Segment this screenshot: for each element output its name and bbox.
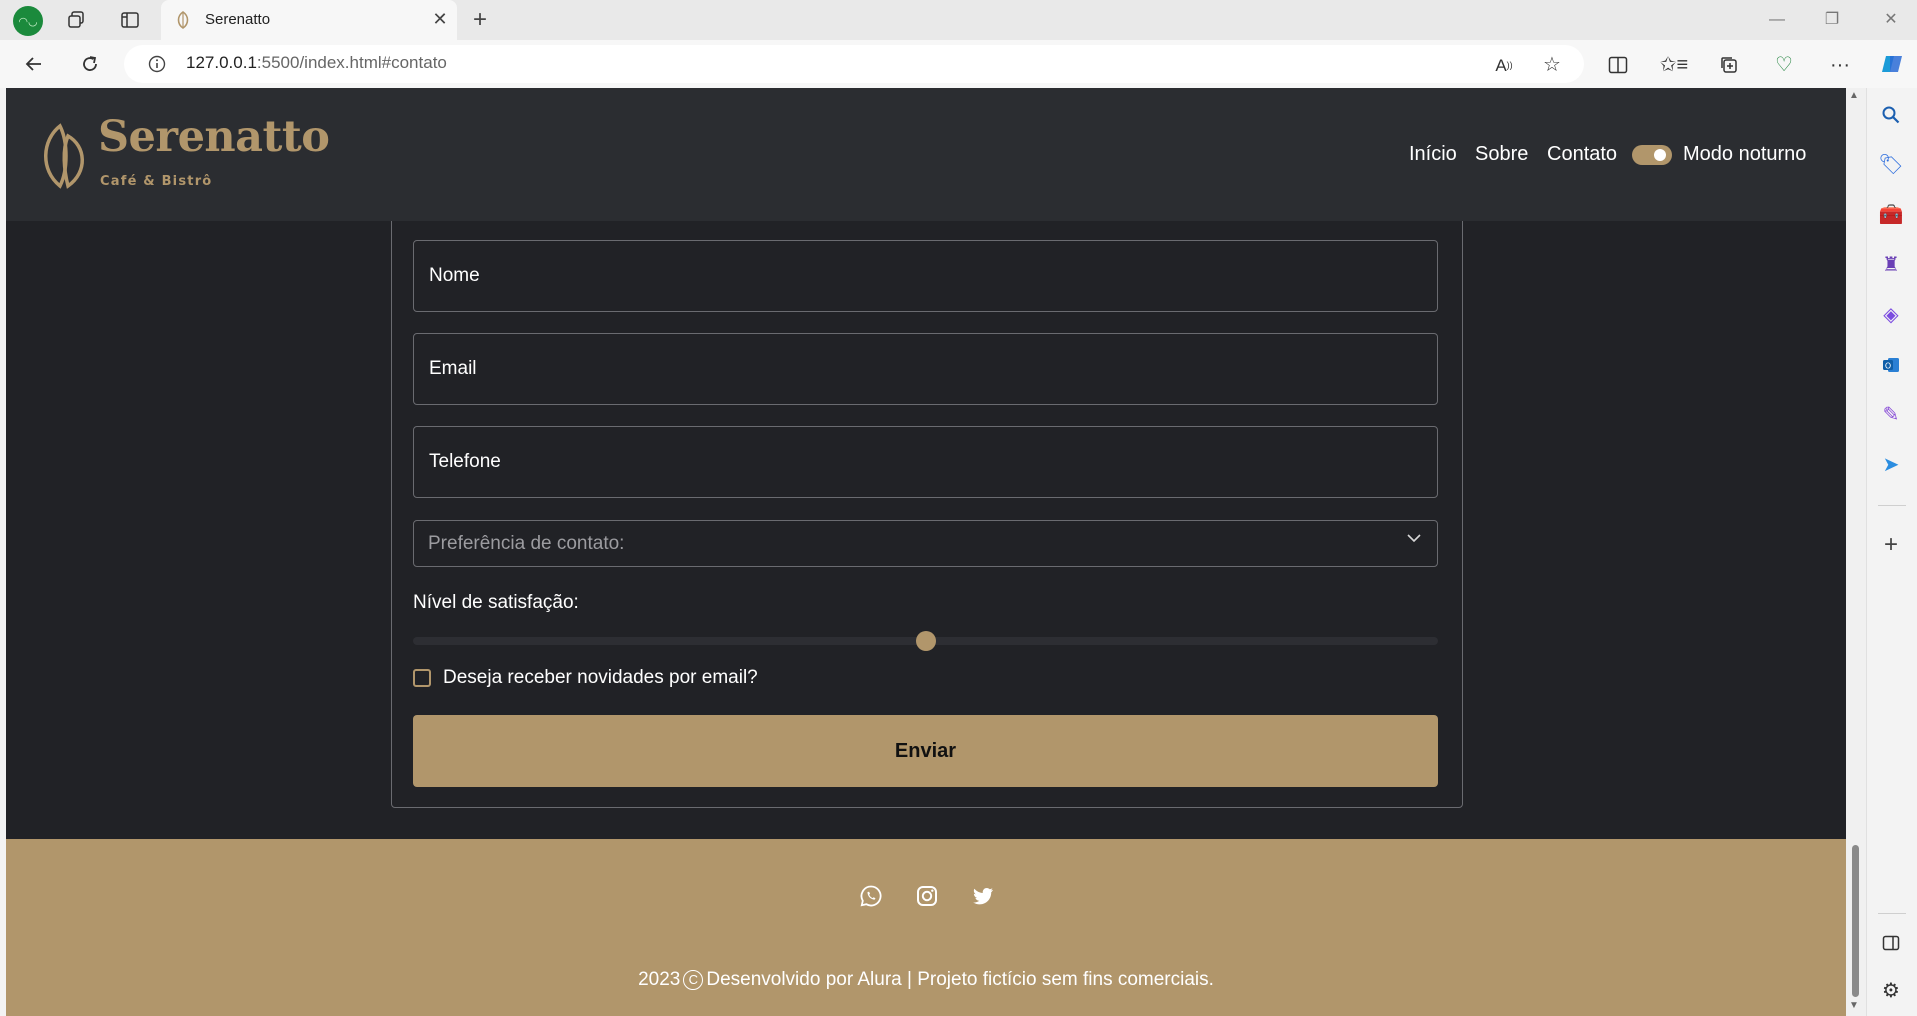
shopping-tag-icon[interactable]: 🏷 — [1876, 150, 1906, 180]
outlook-icon[interactable]: O — [1876, 350, 1906, 380]
toggle-knob — [1654, 149, 1666, 161]
logo-leaf-icon — [44, 123, 84, 189]
vertical-tabs-icon[interactable] — [118, 8, 142, 32]
newsletter-checkbox[interactable] — [413, 669, 431, 687]
email-field[interactable] — [413, 333, 1438, 405]
satisfaction-label: Nível de satisfação: — [413, 592, 579, 613]
add-sidebar-app-icon[interactable]: + — [1876, 530, 1906, 560]
browser-essentials-icon[interactable]: ♡ — [1772, 53, 1796, 77]
close-window-icon[interactable]: ✕ — [1876, 8, 1906, 32]
brand-tagline: Café & Bistrô — [100, 174, 213, 189]
reload-icon[interactable] — [76, 50, 104, 78]
night-mode-label[interactable]: Modo noturno — [1683, 143, 1806, 166]
more-options-icon[interactable]: ··· — [1828, 53, 1852, 77]
instagram-icon[interactable] — [915, 884, 941, 910]
url-host: 127.0.0.1 — [186, 53, 257, 72]
page-viewport: Preferência de contato: Nível de satisfa… — [6, 88, 1846, 1016]
scroll-up-arrow-icon[interactable]: ▲ — [1849, 90, 1859, 101]
site-header: Serenatto Café & Bistrô Início Sobre Con… — [6, 88, 1846, 221]
nav-contato[interactable]: Contato — [1547, 143, 1617, 166]
svg-text:O: O — [1885, 362, 1891, 371]
submit-button[interactable]: Enviar — [413, 715, 1438, 787]
twitter-icon[interactable] — [971, 884, 997, 910]
copyright-text: Desenvolvido por Alura | Projeto fictíci… — [706, 969, 1214, 990]
games-icon[interactable]: ♜ — [1876, 250, 1906, 280]
phone-field[interactable] — [413, 426, 1438, 498]
url-path: :5500/index.html#contato — [256, 53, 447, 72]
restore-icon[interactable]: ❐ — [1817, 8, 1847, 32]
tools-icon[interactable]: 🧰 — [1876, 200, 1906, 230]
send-icon[interactable]: ➤ — [1876, 450, 1906, 480]
scrollbar-thumb[interactable] — [1852, 845, 1859, 997]
workspaces-icon[interactable] — [64, 8, 88, 32]
hide-sidebar-icon[interactable] — [1876, 928, 1906, 958]
profile-avatar[interactable]: ◠◡ — [13, 6, 43, 36]
name-field[interactable] — [413, 240, 1438, 312]
copyright-icon: C — [683, 969, 704, 990]
night-mode-toggle[interactable] — [1632, 145, 1672, 165]
site-info-icon[interactable] — [146, 53, 168, 75]
copyright-year: 2023 — [638, 969, 681, 990]
designer-icon[interactable]: ✎ — [1876, 400, 1906, 430]
microsoft-365-icon[interactable]: ◈ — [1876, 300, 1906, 330]
url-text[interactable]: 127.0.0.1:5500/index.html#contato — [186, 53, 447, 73]
search-icon[interactable] — [1876, 100, 1906, 130]
settings-gear-icon[interactable]: ⚙ — [1876, 976, 1906, 1006]
tab-title: Serenatto — [205, 11, 271, 28]
chevron-down-icon — [1406, 530, 1426, 554]
sidebar-divider — [1878, 505, 1906, 506]
tab-favicon-icon — [175, 10, 191, 30]
newsletter-label[interactable]: Deseja receber novidades por email? — [443, 667, 758, 689]
back-icon[interactable] — [20, 50, 48, 78]
sidebar-divider — [1878, 913, 1906, 914]
whatsapp-icon[interactable] — [859, 884, 885, 910]
collections-icon[interactable] — [1717, 53, 1741, 77]
read-aloud-icon[interactable]: A)) — [1492, 53, 1516, 77]
minimize-icon[interactable]: — — [1762, 8, 1792, 32]
new-tab-icon[interactable]: + — [467, 6, 493, 34]
contact-preference-placeholder: Preferência de contato: — [428, 533, 625, 554]
scroll-down-arrow-icon[interactable]: ▼ — [1849, 1000, 1859, 1011]
satisfaction-slider-thumb[interactable] — [916, 631, 936, 651]
copilot-icon[interactable] — [1878, 50, 1906, 78]
nav-sobre[interactable]: Sobre — [1475, 143, 1528, 166]
close-tab-icon[interactable]: ✕ — [430, 8, 450, 30]
split-screen-icon[interactable] — [1606, 53, 1630, 77]
favorites-icon[interactable]: ✩≡ — [1660, 53, 1688, 77]
nav-inicio[interactable]: Início — [1409, 143, 1457, 166]
favorite-star-icon[interactable]: ☆ — [1540, 53, 1564, 77]
brand-name: Serenatto — [98, 112, 330, 162]
copyright: 2023 C Desenvolvido por Alura | Projeto fi… — [6, 969, 1846, 991]
